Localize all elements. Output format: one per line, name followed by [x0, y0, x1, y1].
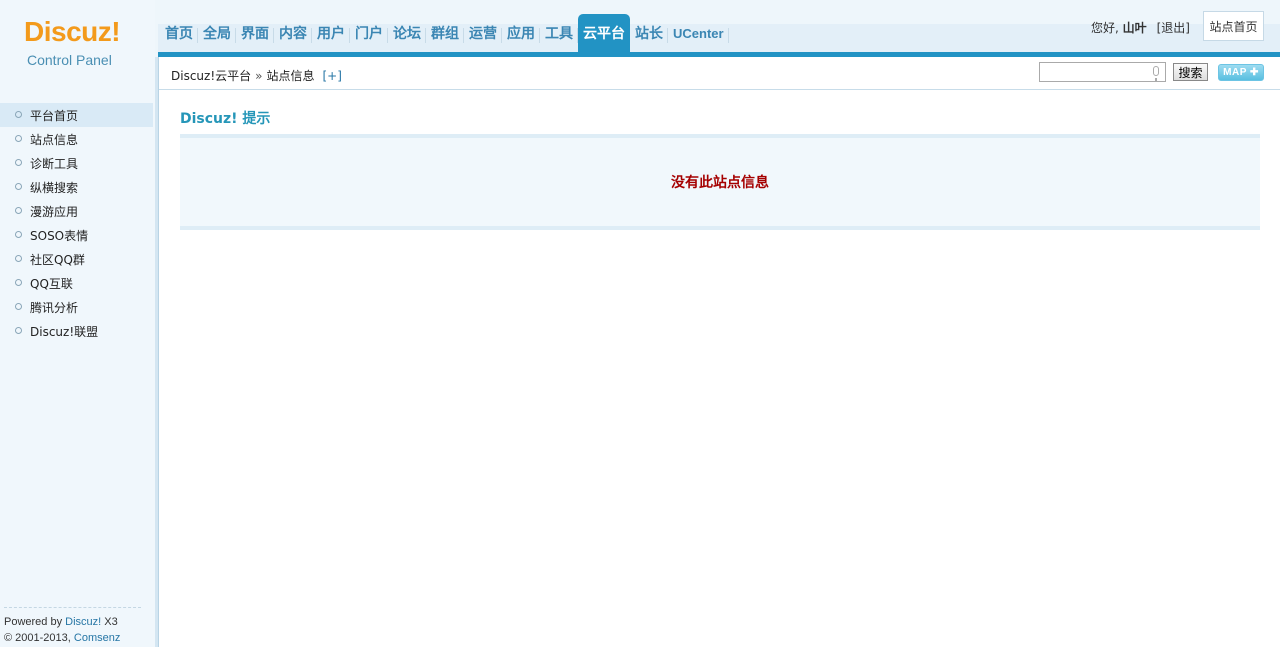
- sidebar-item-label: 站点信息: [30, 132, 79, 147]
- nav-item-style[interactable]: 界面: [236, 14, 274, 52]
- sidebar-item-platform-home[interactable]: 平台首页: [0, 103, 153, 127]
- nav-item-label: 站长: [635, 26, 663, 42]
- nav-item-label: 内容: [279, 26, 307, 42]
- logo[interactable]: Discuz! Control Panel: [0, 0, 155, 90]
- nav-item-tools[interactable]: 工具: [540, 14, 578, 52]
- sidebar-item-diagnostics[interactable]: 诊断工具: [0, 151, 153, 175]
- sidebar-item-label: 社区QQ群: [30, 252, 85, 267]
- page-title: Discuz! 提示: [180, 111, 271, 127]
- nav-item-label: 群组: [431, 26, 459, 42]
- bullet-icon: [15, 230, 22, 238]
- nav-item-cloud[interactable]: 云平台: [578, 14, 630, 52]
- nav-item-label: 运营: [469, 26, 497, 42]
- bullet-icon: [15, 110, 22, 118]
- powered-prefix: Powered by: [4, 616, 63, 628]
- nav-item-portal[interactable]: 门户: [350, 14, 388, 52]
- breadcrumb-separator: »: [255, 68, 263, 83]
- sidebar-item-tencent-analytics[interactable]: 腾讯分析: [0, 295, 153, 319]
- breadcrumb-root[interactable]: Discuz!云平台: [171, 67, 251, 84]
- add-shortcut-link[interactable]: [+]: [323, 69, 342, 83]
- nav-item-group[interactable]: 群组: [426, 14, 464, 52]
- logo-subtitle: Control Panel: [27, 52, 112, 68]
- bullet-icon: [15, 182, 22, 190]
- nav-item-label: UCenter: [673, 25, 724, 41]
- sidebar-item-label: 腾讯分析: [30, 300, 79, 315]
- greeting: 您好,: [1090, 21, 1119, 35]
- notice-message: 没有此站点信息: [671, 175, 769, 191]
- nav-item-founder[interactable]: 站长: [630, 14, 668, 52]
- map-button[interactable]: MAP ✚: [1218, 64, 1264, 81]
- sidebar: 平台首页 站点信息 诊断工具 纵横搜索 漫游应用 SOSO表情 社区QQ群 QQ…: [0, 90, 155, 647]
- logo-brand: Discuz!: [24, 16, 121, 47]
- nav-item-forum[interactable]: 论坛: [388, 14, 426, 52]
- nav-item-user[interactable]: 用户: [312, 14, 350, 52]
- sidebar-item-label: QQ互联: [30, 276, 73, 291]
- sidebar-item-soso-smilies[interactable]: SOSO表情: [0, 223, 153, 247]
- site-home-button[interactable]: 站点首页: [1203, 11, 1264, 41]
- nav-item-content[interactable]: 内容: [274, 14, 312, 52]
- microphone-icon[interactable]: [1153, 66, 1159, 81]
- nav-item-home[interactable]: 首页: [160, 14, 198, 52]
- username[interactable]: 山叶: [1123, 21, 1147, 35]
- sidebar-item-label: 漫游应用: [30, 204, 79, 219]
- bullet-icon: [15, 134, 22, 142]
- sidebar-item-search[interactable]: 纵横搜索: [0, 175, 153, 199]
- nav-item-label: 全局: [203, 26, 231, 42]
- nav-item-label: 云平台: [583, 26, 625, 42]
- nav-item-label: 首页: [165, 26, 193, 42]
- search-button[interactable]: 搜索: [1173, 63, 1208, 81]
- nav-item-plugin[interactable]: 应用: [502, 14, 540, 52]
- nav-item-label: 门户: [355, 26, 383, 42]
- search-input[interactable]: [1039, 62, 1166, 82]
- copyright: © 2001-2013,: [4, 632, 71, 644]
- sidebar-item-qq-group[interactable]: 社区QQ群: [0, 247, 153, 271]
- nav-item-label: 工具: [545, 26, 573, 42]
- bullet-icon: [15, 302, 22, 310]
- notice-box: 没有此站点信息: [180, 134, 1260, 230]
- main-nav: 首页 全局 界面 内容 用户 门户 论坛 群组 运营 应用 工具 云平台 站长 …: [160, 14, 729, 52]
- nav-item-ucenter[interactable]: UCenter: [668, 14, 729, 52]
- nav-item-global[interactable]: 全局: [198, 14, 236, 52]
- bullet-icon: [15, 326, 22, 334]
- sidebar-item-label: Discuz!联盟: [30, 324, 99, 339]
- sidebar-item-manyou[interactable]: 漫游应用: [0, 199, 153, 223]
- user-info: 您好, 山叶 [退出]: [1091, 19, 1190, 36]
- sidebar-item-label: SOSO表情: [30, 228, 89, 243]
- breadcrumb-current: 站点信息: [266, 69, 315, 83]
- sidebar-item-union[interactable]: Discuz!联盟: [0, 319, 153, 343]
- nav-item-label: 界面: [241, 26, 269, 42]
- powered-by-footer: Powered by Discuz! X3 © 2001-2013, Comse…: [4, 607, 141, 647]
- nav-item-label: 论坛: [393, 26, 421, 42]
- version: X3: [104, 616, 118, 628]
- sidebar-divider: [158, 57, 159, 647]
- discuz-link[interactable]: Discuz!: [65, 616, 101, 628]
- bullet-icon: [15, 158, 22, 166]
- bullet-icon: [15, 278, 22, 286]
- nav-item-operation[interactable]: 运营: [464, 14, 502, 52]
- sidebar-item-label: 纵横搜索: [30, 180, 79, 195]
- breadcrumb: Discuz!云平台 » 站点信息 [+]: [171, 67, 342, 84]
- logout-link[interactable]: [退出]: [1157, 19, 1190, 36]
- subbar: Discuz!云平台 » 站点信息 [+] 搜索 MAP ✚: [158, 57, 1280, 90]
- nav-item-label: 应用: [507, 26, 535, 42]
- sidebar-item-label: 平台首页: [30, 108, 79, 123]
- sidebar-menu: 平台首页 站点信息 诊断工具 纵横搜索 漫游应用 SOSO表情 社区QQ群 QQ…: [0, 103, 153, 343]
- sidebar-item-label: 诊断工具: [30, 156, 79, 171]
- sidebar-item-qq-connect[interactable]: QQ互联: [0, 271, 153, 295]
- bullet-icon: [15, 206, 22, 214]
- nav-item-label: 用户: [317, 26, 345, 42]
- sidebar-item-site-info[interactable]: 站点信息: [0, 127, 153, 151]
- bullet-icon: [15, 254, 22, 262]
